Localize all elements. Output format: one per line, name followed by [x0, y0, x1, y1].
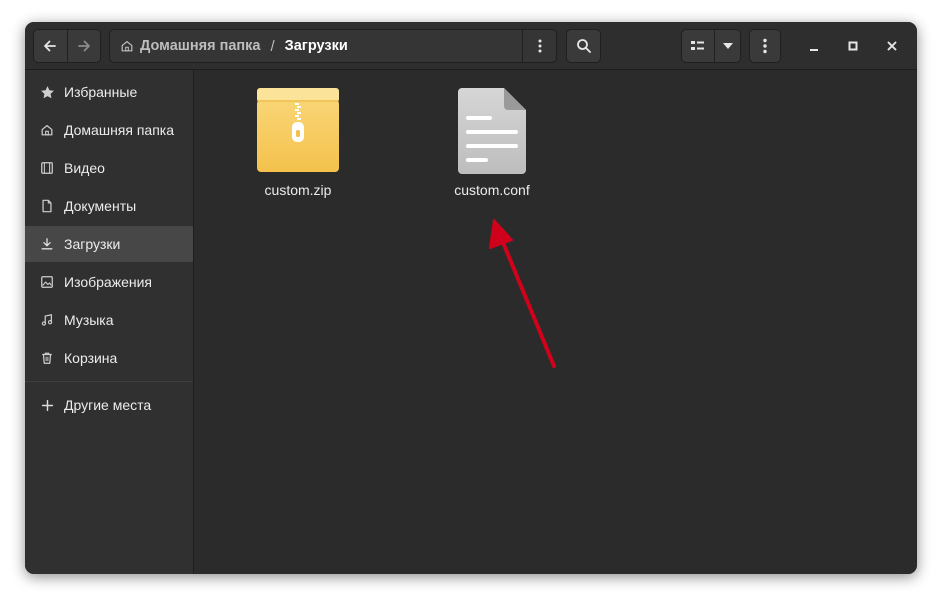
music-icon	[39, 312, 55, 328]
breadcrumb-home-label: Домашняя папка	[140, 38, 261, 54]
sidebar-item-videos[interactable]: Видео	[25, 150, 193, 186]
sidebar-item-starred[interactable]: Избранные	[25, 74, 193, 110]
sidebar-item-documents[interactable]: Документы	[25, 188, 193, 224]
breadcrumb-separator: /	[270, 37, 275, 55]
sidebar-item-home[interactable]: Домашняя папка	[25, 112, 193, 148]
search-button[interactable]	[566, 29, 601, 63]
list-view-icon	[691, 41, 705, 50]
file-manager-window: Домашняя папка / Загрузки Избранные Дома…	[25, 22, 917, 574]
sidebar-item-downloads[interactable]: Загрузки	[25, 226, 193, 262]
maximize-icon	[848, 41, 858, 51]
home-icon	[39, 122, 55, 138]
view-options	[681, 29, 741, 63]
sidebar-item-label: Загрузки	[64, 236, 121, 252]
view-dropdown-button[interactable]	[714, 30, 740, 62]
sidebar-item-label: Избранные	[64, 84, 138, 100]
arrow-left-icon	[44, 40, 57, 52]
kebab-menu-icon	[763, 38, 767, 54]
arrow-right-icon	[77, 40, 90, 52]
sidebar-item-music[interactable]: Музыка	[25, 302, 193, 338]
sidebar-item-label: Домашняя папка	[64, 122, 175, 138]
home-icon	[121, 41, 133, 52]
sidebar-item-label: Другие места	[64, 397, 152, 413]
download-icon	[39, 236, 55, 252]
search-icon	[576, 39, 591, 53]
sidebar-divider	[25, 381, 193, 382]
sidebar-item-label: Музыка	[64, 312, 114, 328]
minimize-icon	[810, 49, 818, 51]
close-icon	[887, 41, 897, 51]
film-icon	[39, 160, 55, 176]
main-menu-button[interactable]	[749, 29, 781, 63]
navigation-buttons	[33, 29, 101, 63]
close-button[interactable]	[880, 34, 904, 58]
back-button[interactable]	[34, 30, 67, 62]
view-mode-button[interactable]	[682, 30, 714, 62]
kebab-menu-icon	[538, 39, 541, 53]
annotation-arrow	[489, 219, 556, 368]
breadcrumb-current[interactable]: Загрузки	[285, 38, 348, 54]
sidebar-item-label: Изображения	[64, 274, 152, 290]
minimize-button[interactable]	[802, 34, 826, 58]
sidebar: Избранные Домашняя папка Видео Документы…	[25, 70, 194, 574]
path-bar: Домашняя папка / Загрузки	[109, 29, 557, 63]
sidebar-item-label: Документы	[64, 198, 137, 214]
sidebar-item-trash[interactable]: Корзина	[25, 340, 193, 376]
document-icon	[39, 198, 55, 214]
breadcrumb-home[interactable]: Домашняя папка	[110, 38, 260, 54]
plus-icon	[39, 397, 55, 413]
forward-button[interactable]	[66, 30, 100, 62]
maximize-button[interactable]	[841, 34, 865, 58]
sidebar-item-label: Корзина	[64, 350, 118, 366]
sidebar-item-other-places[interactable]: Другие места	[25, 387, 193, 423]
sidebar-item-pictures[interactable]: Изображения	[25, 264, 193, 300]
chevron-down-icon	[722, 43, 733, 49]
file-view: custom.zip custom.conf	[194, 70, 917, 574]
path-menu-button[interactable]	[522, 30, 556, 62]
image-icon	[39, 274, 55, 290]
sidebar-item-label: Видео	[64, 160, 105, 176]
trash-icon	[39, 350, 55, 366]
header-bar: Домашняя папка / Загрузки	[25, 22, 917, 70]
star-icon	[39, 84, 55, 100]
